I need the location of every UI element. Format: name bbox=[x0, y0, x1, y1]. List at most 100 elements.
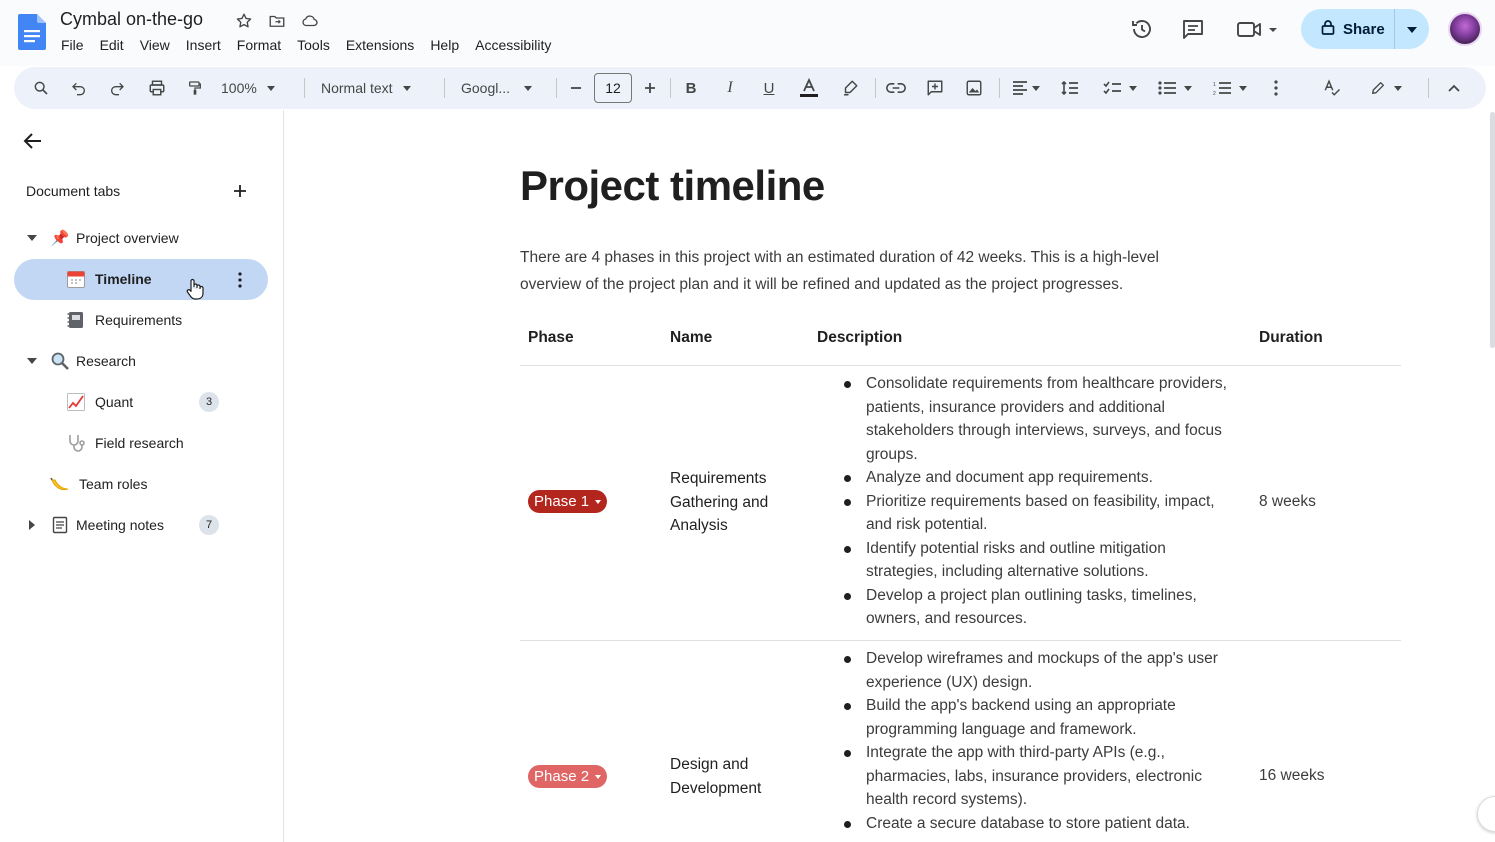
chevron-down-icon bbox=[1129, 85, 1137, 91]
menu-tools[interactable]: Tools bbox=[289, 37, 338, 53]
redo-icon[interactable] bbox=[104, 67, 130, 109]
toolbar-divider bbox=[444, 78, 445, 98]
editing-mode-select[interactable] bbox=[1366, 67, 1406, 109]
tab-requirements[interactable]: Requirements bbox=[66, 300, 182, 340]
toolbar-divider bbox=[1428, 78, 1429, 98]
menu-file[interactable]: File bbox=[53, 37, 92, 53]
tab-quant[interactable]: Quant bbox=[66, 382, 133, 422]
list-item: Create a secure database to store patien… bbox=[841, 812, 1241, 836]
bold-icon[interactable]: B bbox=[680, 67, 702, 109]
tab-project-overview[interactable]: 📌 Project overview bbox=[26, 218, 179, 258]
meet-call-icon[interactable] bbox=[1235, 16, 1281, 42]
align-select[interactable] bbox=[1008, 67, 1044, 109]
phase-chip-dropdown[interactable]: Phase 2 bbox=[528, 765, 608, 788]
increase-font-size-icon[interactable] bbox=[638, 67, 662, 109]
menu-accessibility[interactable]: Accessibility bbox=[467, 37, 559, 53]
column-header-name: Name bbox=[670, 329, 713, 346]
add-comment-icon[interactable] bbox=[923, 67, 947, 109]
menu-insert[interactable]: Insert bbox=[178, 37, 229, 53]
toolbar-divider bbox=[875, 78, 876, 98]
chevron-down-icon[interactable] bbox=[26, 232, 38, 244]
magnifier-icon bbox=[50, 351, 70, 371]
tab-research[interactable]: Research bbox=[26, 341, 136, 381]
list-item: Analyze and document app requirements. bbox=[841, 466, 1241, 490]
list-item: Develop wireframes and mockups of the ap… bbox=[841, 647, 1241, 694]
decrease-font-size-icon[interactable] bbox=[564, 67, 588, 109]
menu-view[interactable]: View bbox=[132, 37, 178, 53]
cloud-saved-icon[interactable] bbox=[299, 10, 320, 31]
spelling-check-icon[interactable] bbox=[1320, 67, 1344, 109]
search-menus-icon[interactable] bbox=[28, 67, 54, 109]
phase-name: Requirements Gathering and Analysis bbox=[670, 470, 769, 534]
highlight-color-icon[interactable] bbox=[838, 67, 862, 109]
numbered-list-select[interactable]: 12 bbox=[1208, 67, 1252, 109]
share-main-button[interactable]: Share bbox=[1301, 9, 1395, 49]
calendar-icon bbox=[66, 269, 86, 289]
document-canvas[interactable]: Project timeline There are 4 phases in t… bbox=[285, 110, 1495, 842]
undo-icon[interactable] bbox=[66, 67, 92, 109]
italic-icon[interactable]: I bbox=[719, 67, 741, 109]
user-avatar[interactable] bbox=[1448, 12, 1482, 46]
chevron-right-icon[interactable] bbox=[26, 519, 38, 531]
menu-help[interactable]: Help bbox=[422, 37, 467, 53]
phase-chip-label: Phase 2 bbox=[534, 768, 590, 785]
phase-description: Develop wireframes and mockups of the ap… bbox=[841, 647, 1241, 835]
tab-label: Project overview bbox=[76, 230, 179, 246]
menu-format[interactable]: Format bbox=[229, 37, 289, 53]
list-item: Prioritize requirements based on feasibi… bbox=[841, 490, 1241, 537]
tab-label: Timeline bbox=[95, 271, 152, 287]
version-history-icon[interactable] bbox=[1129, 16, 1155, 42]
tab-options-icon[interactable] bbox=[233, 271, 247, 289]
formatting-toolbar: 100% Normal text Googl... 12 B I U 1 2 bbox=[14, 67, 1486, 109]
sidebar-divider bbox=[283, 110, 284, 842]
font-size-input[interactable]: 12 bbox=[594, 73, 632, 103]
document-tabs-heading: Document tabs bbox=[26, 183, 121, 199]
menu-edit[interactable]: Edit bbox=[92, 37, 132, 53]
menu-extensions[interactable]: Extensions bbox=[338, 37, 422, 53]
star-icon[interactable] bbox=[233, 10, 254, 31]
text-color-icon[interactable] bbox=[796, 67, 822, 109]
share-dropdown-button[interactable] bbox=[1395, 9, 1429, 49]
paint-format-icon[interactable] bbox=[182, 67, 208, 109]
tab-label: Quant bbox=[95, 394, 134, 410]
phase-duration: 8 weeks bbox=[1259, 493, 1316, 510]
document-title[interactable]: Cymbal on-the-go bbox=[60, 9, 203, 30]
vertical-scrollbar[interactable] bbox=[1490, 112, 1495, 348]
back-arrow-icon[interactable] bbox=[22, 130, 44, 152]
more-options-icon[interactable] bbox=[1266, 67, 1286, 109]
list-item: Consolidate requirements from healthcare… bbox=[841, 372, 1241, 466]
collapse-menus-icon[interactable] bbox=[1442, 67, 1466, 109]
checklist-select[interactable] bbox=[1098, 67, 1142, 109]
tab-team-roles[interactable]: Team roles bbox=[50, 464, 147, 504]
add-tab-icon[interactable] bbox=[231, 182, 249, 200]
font-family-select[interactable]: Googl... bbox=[461, 67, 543, 109]
chevron-down-icon[interactable] bbox=[26, 355, 38, 367]
paragraph-style-select[interactable]: Normal text bbox=[321, 67, 431, 109]
share-button[interactable]: Share bbox=[1301, 9, 1429, 49]
tab-field-research[interactable]: Field research bbox=[66, 423, 184, 463]
underline-icon[interactable]: U bbox=[758, 67, 780, 109]
table-divider bbox=[520, 640, 1401, 641]
chevron-down-icon bbox=[595, 499, 602, 504]
move-folder-icon[interactable] bbox=[266, 10, 287, 31]
line-spacing-icon[interactable] bbox=[1058, 67, 1082, 109]
bulleted-list-select[interactable] bbox=[1153, 67, 1197, 109]
banana-icon bbox=[50, 474, 70, 494]
column-header-duration: Duration bbox=[1259, 329, 1323, 346]
list-item: Develop a project plan outlining tasks, … bbox=[841, 584, 1241, 631]
tab-timeline-row[interactable]: Timeline bbox=[66, 259, 152, 299]
zoom-select[interactable]: 100% bbox=[221, 67, 291, 109]
comment-count-badge: 7 bbox=[199, 515, 219, 535]
print-icon[interactable] bbox=[144, 67, 170, 109]
lock-icon bbox=[1321, 19, 1335, 39]
phase-description: Consolidate requirements from healthcare… bbox=[841, 372, 1241, 631]
docs-logo-icon[interactable] bbox=[18, 14, 46, 50]
notebook-icon bbox=[66, 310, 86, 330]
chevron-down-icon bbox=[1032, 85, 1040, 91]
tab-meeting-notes[interactable]: Meeting notes bbox=[26, 505, 164, 545]
phase-chip-dropdown[interactable]: Phase 1 bbox=[528, 490, 608, 513]
insert-link-icon[interactable] bbox=[884, 67, 908, 109]
comments-icon[interactable] bbox=[1180, 16, 1206, 42]
pushpin-icon: 📌 bbox=[50, 230, 70, 247]
insert-image-icon[interactable] bbox=[962, 67, 986, 109]
